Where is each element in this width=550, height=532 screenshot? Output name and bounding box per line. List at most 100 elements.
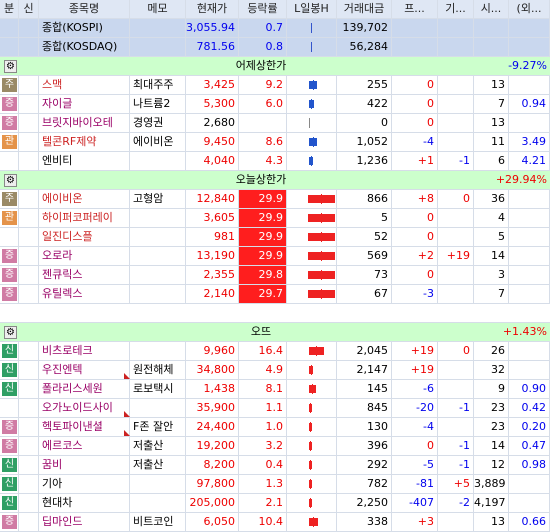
header-candle[interactable]: L일봉H xyxy=(287,0,337,18)
memo-cell[interactable] xyxy=(130,152,186,170)
stock-name[interactable]: 현대차 xyxy=(39,494,130,512)
header-price[interactable]: 현재가 xyxy=(186,0,239,18)
memo-cell[interactable]: F존 잘안 xyxy=(130,418,186,436)
group-header[interactable]: ⚙ 오뜨 +1.43% xyxy=(0,323,550,342)
stock-row[interactable]: 증 딥마인드 비트코인 6,050 10.4 338 +3 13 0.66 xyxy=(0,513,550,532)
stock-row[interactable]: 증 자이글 나트륨2 5,300 6.0 422 0 7 0.94 xyxy=(0,95,550,114)
stock-name[interactable]: 텔콘RF제약 xyxy=(39,133,130,151)
header-cat[interactable]: 분 xyxy=(0,0,19,18)
index-row[interactable]: 종합(KOSPI) 3,055.94 0.7 139,702 xyxy=(0,19,550,38)
stock-name[interactable]: 오로라 xyxy=(39,247,130,265)
candle-wick xyxy=(311,23,312,33)
stock-row[interactable]: 신 폴라리스세원 로보택시 1,438 8.1 145 -6 9 0.90 xyxy=(0,380,550,399)
memo-cell[interactable]: 경영권 xyxy=(130,114,186,132)
index-name[interactable]: 종합(KOSPI) xyxy=(39,19,130,37)
stock-name[interactable]: 일진디스플 xyxy=(39,228,130,246)
memo-cell[interactable]: 로보택시 xyxy=(130,380,186,398)
stock-name[interactable]: 기아 xyxy=(39,475,130,493)
stock-name[interactable]: 오가노이드사이 xyxy=(39,399,130,417)
header-memo[interactable]: 메모 xyxy=(130,0,186,18)
memo-cell[interactable]: 저출산 xyxy=(130,437,186,455)
stock-row[interactable]: 신 기아 97,800 1.3 782 -81 +5 3,889 xyxy=(0,475,550,494)
stock-row[interactable]: 주 스맥 최대주주 3,425 9.2 255 0 13 xyxy=(0,76,550,95)
foreign-cell xyxy=(509,494,550,512)
header-inst[interactable]: 기... xyxy=(438,0,474,18)
stock-name[interactable]: 에르코스 xyxy=(39,437,130,455)
stock-row[interactable]: 증 유틸렉스 2,140 29.7 67 -3 7 xyxy=(0,285,550,304)
empty-cell xyxy=(474,19,509,37)
stock-name[interactable]: 헥토파이낸셜 xyxy=(39,418,130,436)
stock-row[interactable]: 신 우진엔텍 원전해체 34,800 4.9 2,147 +19 32 xyxy=(0,361,550,380)
memo-cell[interactable] xyxy=(130,399,186,417)
memo-cell[interactable] xyxy=(130,209,186,227)
price-cell: 13,190 xyxy=(186,247,239,265)
stock-name[interactable]: 스맥 xyxy=(39,76,130,94)
index-price: 781.56 xyxy=(186,38,239,56)
stock-row[interactable]: 관 하이퍼코퍼레이 3,605 29.9 5 0 4 xyxy=(0,209,550,228)
stock-name[interactable]: 에이비온 xyxy=(39,190,130,208)
stock-name[interactable]: 우진엔텍 xyxy=(39,361,130,379)
stock-row[interactable]: 오가노이드사이 35,900 1.1 845 -20 -1 23 0.42 xyxy=(0,399,550,418)
gear-icon[interactable]: ⚙ xyxy=(4,174,17,187)
memo-cell[interactable]: 에이비온 xyxy=(130,133,186,151)
header-rate[interactable]: 등락률 xyxy=(239,0,287,18)
memo-cell[interactable]: 원전해체 xyxy=(130,361,186,379)
open-cell: 13 xyxy=(474,76,509,94)
category-badge: 신 xyxy=(2,477,17,491)
stock-row[interactable]: 증 젠큐릭스 2,355 29.8 73 0 3 xyxy=(0,266,550,285)
gear-icon[interactable]: ⚙ xyxy=(4,326,17,339)
stock-row[interactable]: 증 오로라 13,190 29.9 569 +2 +19 14 xyxy=(0,247,550,266)
memo-cell[interactable]: 고형암 xyxy=(130,190,186,208)
stock-row[interactable]: 신 비츠로테크 9,960 16.4 2,045 +19 0 26 xyxy=(0,342,550,361)
memo-cell[interactable] xyxy=(130,247,186,265)
memo-cell[interactable]: 최대주주 xyxy=(130,76,186,94)
foreign-cell: 0.47 xyxy=(509,437,550,455)
header-name[interactable]: 종목명 xyxy=(39,0,130,18)
memo-cell[interactable] xyxy=(130,285,186,303)
new-cell xyxy=(19,152,39,170)
header-foreign[interactable]: (외... xyxy=(509,0,550,18)
institution-cell xyxy=(438,380,474,398)
memo-cell[interactable] xyxy=(130,475,186,493)
stock-row[interactable]: 증 에르코스 저출산 19,200 3.2 396 0 -1 14 0.47 xyxy=(0,437,550,456)
stock-name[interactable]: 꿈비 xyxy=(39,456,130,474)
header-new[interactable]: 신 xyxy=(19,0,39,18)
header-amount[interactable]: 거래대금 xyxy=(337,0,392,18)
stock-name[interactable]: 젠큐릭스 xyxy=(39,266,130,284)
group-header[interactable]: ⚙ 오늘상한가 +29.94% xyxy=(0,171,550,190)
stock-name[interactable]: 엔비티 xyxy=(39,152,130,170)
memo-cell[interactable] xyxy=(130,266,186,284)
stock-row[interactable]: 신 현대차 205,000 2.1 2,250 -407 -2 4,197 xyxy=(0,494,550,513)
memo-cell[interactable]: 비트코인 xyxy=(130,513,186,531)
category-cell: 증 xyxy=(0,285,19,303)
stock-row[interactable]: 일진디스플 981 29.9 52 0 5 xyxy=(0,228,550,247)
group-header[interactable]: ⚙ 어제상한가 -9.27% xyxy=(0,57,550,76)
memo-cell[interactable]: 저출산 xyxy=(130,456,186,474)
header-open[interactable]: 시... xyxy=(474,0,509,18)
stock-name[interactable]: 유틸렉스 xyxy=(39,285,130,303)
index-name[interactable]: 종합(KOSDAQ) xyxy=(39,38,130,56)
stock-name[interactable]: 하이퍼코퍼레이 xyxy=(39,209,130,227)
category-badge: 주 xyxy=(2,192,17,206)
stock-row[interactable]: 증 헥토파이낸셜 F존 잘안 24,400 1.0 130 -4 23 0.20 xyxy=(0,418,550,437)
header-pro[interactable]: 프... xyxy=(392,0,438,18)
stock-row[interactable]: 관 텔콘RF제약 에이비온 9,450 8.6 1,052 -4 11 3.49 xyxy=(0,133,550,152)
gear-icon[interactable]: ⚙ xyxy=(4,60,17,73)
memo-cell[interactable]: 나트륨2 xyxy=(130,95,186,113)
stock-name[interactable]: 자이글 xyxy=(39,95,130,113)
stock-row[interactable]: 주 에이비온 고형암 12,840 29.9 866 +8 0 36 xyxy=(0,190,550,209)
amount-cell: 396 xyxy=(337,437,392,455)
stock-row[interactable]: 엔비티 4,040 4.3 1,236 +1 -1 6 4.21 xyxy=(0,152,550,171)
memo-cell[interactable] xyxy=(130,494,186,512)
stock-name[interactable]: 비츠로테크 xyxy=(39,342,130,360)
memo-cell[interactable] xyxy=(130,228,186,246)
stock-name[interactable]: 폴라리스세원 xyxy=(39,380,130,398)
open-cell: 23 xyxy=(474,399,509,417)
stock-name[interactable]: 브릿지바이오테 xyxy=(39,114,130,132)
index-row[interactable]: 종합(KOSDAQ) 781.56 0.8 56,284 xyxy=(0,38,550,57)
stock-row[interactable]: 증 브릿지바이오테 경영권 2,680 0 0 13 xyxy=(0,114,550,133)
stock-row[interactable]: 신 꿈비 저출산 8,200 0.4 292 -5 -1 12 0.98 xyxy=(0,456,550,475)
memo-cell[interactable] xyxy=(130,342,186,360)
stock-name[interactable]: 딥마인드 xyxy=(39,513,130,531)
institution-cell: -1 xyxy=(438,399,474,417)
